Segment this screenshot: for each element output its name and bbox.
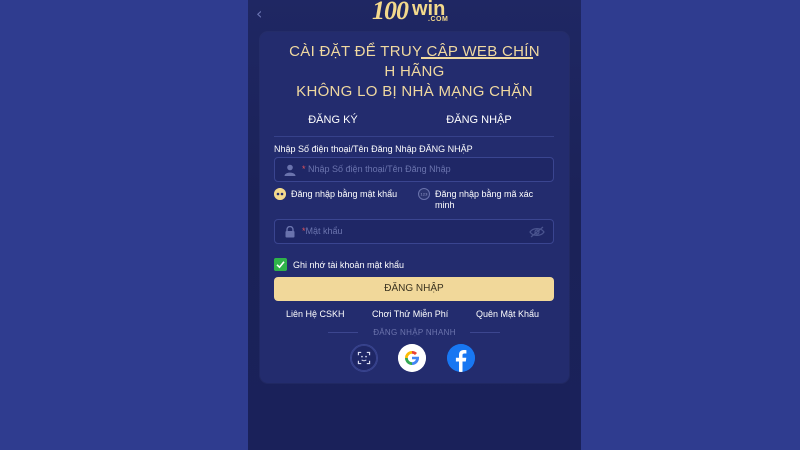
password-placeholder-text: Mật khẩu <box>305 226 343 236</box>
headline-line-2: H HÃNG <box>384 63 445 80</box>
password-dots-icon <box>274 188 286 200</box>
footer-links: Liên Hệ CSKH Chơi Thử Miễn Phí Quên Mật … <box>274 309 554 321</box>
username-placeholder-text: Nhập Số điện thoại/Tên Đăng Nhập <box>308 164 451 174</box>
headline-line-1: CÀI ĐẶT ĐỂ TRUY CẬP WEB CHÍN <box>289 43 540 60</box>
login-with-password-label: Đăng nhập bằng mật khẩu <box>291 189 398 199</box>
support-link[interactable]: Liên Hệ CSKH <box>286 309 345 319</box>
login-with-code-label: Đăng nhập bằng mã xác minh <box>435 189 534 210</box>
tab-register[interactable]: ĐĂNG KÝ <box>274 110 392 136</box>
username-input[interactable]: * Nhập Số điện thoại/Tên Đăng Nhập <box>274 157 554 182</box>
auth-tabs: ĐĂNG KÝ ĐĂNG NHẬP <box>274 110 554 136</box>
active-tab-indicator <box>421 57 533 59</box>
tabs-divider <box>274 136 554 137</box>
required-mark: * <box>302 164 306 174</box>
lock-icon <box>285 226 295 238</box>
remember-me-label: Ghi nhớ tài khoản mật khẩu <box>293 260 404 270</box>
headline-line-3: KHÔNG LO BỊ NHÀ MẠNG CHẶN <box>296 83 533 100</box>
checkbox-checked-icon[interactable] <box>274 258 287 271</box>
login-card: CÀI ĐẶT ĐỂ TRUY CẬP WEB CHÍN H HÃNG KHÔN… <box>260 32 569 383</box>
free-trial-link[interactable]: Chơi Thử Miễn Phí <box>372 309 448 319</box>
page-headline: CÀI ĐẶT ĐỂ TRUY CẬP WEB CHÍN H HÃNG KHÔN… <box>260 42 569 102</box>
user-icon <box>284 164 296 176</box>
password-input[interactable]: *Mật khẩu <box>274 219 554 244</box>
quick-login-divider-right <box>470 332 500 333</box>
username-placeholder: * Nhập Số điện thoại/Tên Đăng Nhập <box>302 164 451 174</box>
password-placeholder: *Mật khẩu <box>302 226 343 236</box>
username-label: Nhập Số điện thoại/Tên Đăng Nhập ĐĂNG NH… <box>274 144 473 154</box>
google-icon[interactable] <box>398 344 426 372</box>
logo-number: 100 <box>372 0 409 25</box>
login-button[interactable]: ĐĂNG NHẬP <box>274 277 554 301</box>
svg-text:123: 123 <box>420 193 428 197</box>
logo-domain: .COM <box>428 16 449 23</box>
brand-logo: 100 win .COM <box>372 0 462 26</box>
tab-login[interactable]: ĐĂNG NHẬP <box>420 110 538 136</box>
mobile-frame: ‹ 100 win .COM CÀI ĐẶT ĐỂ TRUY CẬP WEB C… <box>248 0 581 450</box>
face-id-icon[interactable] <box>350 344 378 372</box>
eye-off-icon[interactable] <box>529 226 545 238</box>
chevron-left-icon[interactable]: ‹ <box>256 4 262 23</box>
verification-code-icon: 123 <box>418 188 430 200</box>
forgot-password-link[interactable]: Quên Mật Khẩu <box>476 309 539 319</box>
facebook-icon[interactable] <box>447 344 475 372</box>
quick-login-title: ĐĂNG NHẬP NHANH <box>373 328 456 337</box>
